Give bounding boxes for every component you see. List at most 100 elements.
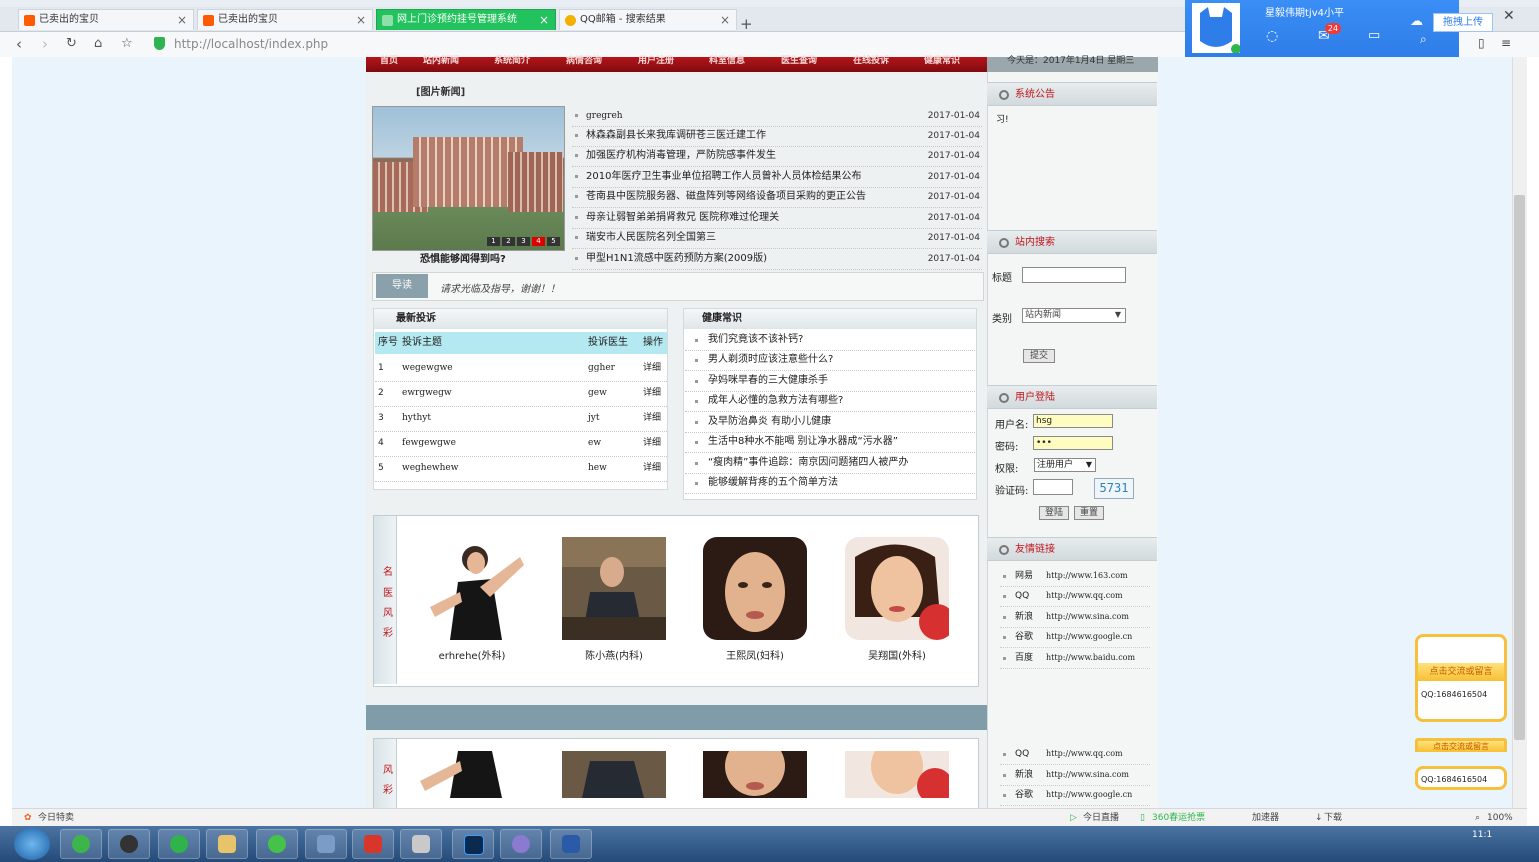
- health-item-title[interactable]: 能够缓解背疼的五个简单方法: [708, 473, 838, 493]
- friend-link[interactable]: QQ http://www.qq.com: [1000, 744, 1150, 765]
- link-url[interactable]: http://www.qq.com: [1046, 744, 1123, 764]
- health-item[interactable]: 我们究竟该不该补钙?: [685, 330, 975, 351]
- taskbar-app[interactable]: [352, 829, 394, 859]
- news-item[interactable]: 母亲让弱智弟弟捐肾救兄 医院称难过伦理关 2017-01-04: [572, 208, 982, 229]
- new-tab-button[interactable]: +: [740, 15, 753, 33]
- health-item-title[interactable]: 孕妈咪早春的三大健康杀手: [708, 371, 828, 391]
- float-contact-head[interactable]: 点击交流或留言: [1418, 663, 1504, 681]
- link-url[interactable]: http://www.163.com: [1046, 566, 1128, 586]
- news-title[interactable]: 加强医疗机构消毒管理，严防院感事件发生: [586, 146, 776, 166]
- search-title-input[interactable]: [1022, 267, 1126, 283]
- status-live[interactable]: 今日直播: [1083, 809, 1119, 827]
- doctor-photo[interactable]: [562, 751, 666, 798]
- friend-link[interactable]: 谷歌 http://www.google.cn: [1000, 627, 1150, 648]
- taskbar-app[interactable]: [256, 829, 298, 859]
- link-url[interactable]: http://www.sina.com: [1046, 765, 1129, 785]
- link-name[interactable]: QQ: [1015, 744, 1029, 764]
- cloud-icon[interactable]: ☁: [1410, 14, 1423, 29]
- doctor-photo[interactable]: [845, 751, 949, 798]
- link-name[interactable]: 网易: [1015, 566, 1033, 586]
- taskbar-app[interactable]: [400, 829, 442, 859]
- qq-upload-button[interactable]: 拖拽上传: [1433, 13, 1493, 32]
- search-submit-button[interactable]: 提交: [1023, 349, 1055, 363]
- close-icon[interactable]: ×: [539, 10, 549, 30]
- start-button[interactable]: [14, 828, 50, 860]
- health-item-title[interactable]: 男人剃须时应该注意些什么?: [708, 350, 833, 370]
- menu-icon[interactable]: ≡: [1501, 36, 1511, 50]
- status-tickets[interactable]: 360春运抢票: [1152, 809, 1205, 827]
- health-item-title[interactable]: 生活中8种水不能喝 别让净水器成“污水器”: [708, 432, 898, 452]
- status-download[interactable]: 下载: [1324, 809, 1342, 827]
- photo-news-image[interactable]: 1 2 3 4 5: [372, 106, 565, 251]
- scrollbar-thumb[interactable]: [1514, 195, 1525, 740]
- detail-link[interactable]: 详细: [643, 356, 661, 381]
- tab-hospital-system[interactable]: 网上门诊预约挂号管理系统 ×: [376, 9, 556, 30]
- news-item[interactable]: 加强医疗机构消毒管理，严防院感事件发生 2017-01-04: [572, 146, 982, 167]
- link-url[interactable]: http://www.google.cn: [1046, 627, 1132, 647]
- nav-intro[interactable]: 系统简介: [494, 57, 530, 66]
- news-item[interactable]: gregreh 2017-01-04: [572, 106, 982, 127]
- home-icon[interactable]: ⌂: [94, 36, 102, 51]
- doctor-name[interactable]: erhrehe(外科): [412, 647, 532, 662]
- health-item[interactable]: 能够缓解背疼的五个简单方法: [685, 473, 975, 494]
- link-url[interactable]: http://www.google.cn: [1046, 785, 1132, 805]
- news-title[interactable]: 甲型H1N1流感中医药预防方案(2009版): [586, 249, 767, 269]
- bookmark-star-icon[interactable]: ☆: [121, 36, 133, 51]
- health-item[interactable]: 成年人必懂的急救方法有哪些?: [685, 391, 975, 412]
- health-item-title[interactable]: 成年人必懂的急救方法有哪些?: [708, 391, 843, 411]
- forward-icon[interactable]: ›: [42, 35, 48, 53]
- back-icon[interactable]: ‹: [16, 35, 22, 53]
- clock[interactable]: 11:1: [1472, 830, 1492, 840]
- news-title[interactable]: gregreh: [586, 106, 623, 126]
- username-input[interactable]: hsg: [1033, 414, 1113, 428]
- nav-complaints[interactable]: 在线投诉: [853, 57, 889, 66]
- pager-button[interactable]: 3: [517, 237, 530, 246]
- float-contact-widget[interactable]: 点击交流或留言 QQ:1684616504: [1415, 634, 1507, 722]
- pager-button[interactable]: 2: [502, 237, 515, 246]
- friend-link[interactable]: 谷歌 http://www.google.cn: [1000, 785, 1150, 806]
- status-accelerator[interactable]: 加速器: [1252, 809, 1279, 827]
- tab-taobao-1[interactable]: 已卖出的宝贝 ×: [18, 9, 194, 30]
- role-select[interactable]: 注册用户 ▼: [1034, 458, 1096, 472]
- url-input[interactable]: http://localhost/index.php: [150, 35, 1199, 53]
- doctor-photo[interactable]: [703, 537, 807, 640]
- taskbar-app[interactable]: [500, 829, 542, 859]
- news-title[interactable]: 瑞安市人民医院名列全国第三: [586, 228, 716, 248]
- captcha-image[interactable]: 5731: [1094, 478, 1134, 499]
- friend-link[interactable]: 网易 http://www.163.com: [1000, 566, 1150, 587]
- doctor-name[interactable]: 陈小燕(内科): [554, 647, 674, 662]
- doctor-photo[interactable]: [420, 537, 524, 640]
- health-item-title[interactable]: 及早防治鼻炎 有助小儿健康: [708, 412, 831, 432]
- link-url[interactable]: http://www.baidu.com: [1046, 648, 1135, 668]
- detail-link[interactable]: 详细: [643, 381, 661, 406]
- news-item[interactable]: 甲型H1N1流感中医药预防方案(2009版) 2017-01-04: [572, 249, 982, 270]
- friend-link[interactable]: 百度 http://www.baidu.com: [1000, 648, 1150, 669]
- friend-link[interactable]: 新浪 http://www.sina.com: [1000, 607, 1150, 628]
- taskbar-app[interactable]: [550, 829, 592, 859]
- link-name[interactable]: 新浪: [1015, 765, 1033, 785]
- nav-doctor-search[interactable]: 医生查询: [781, 57, 817, 66]
- photo-news-caption[interactable]: 恐惧能够闻得到吗?: [420, 250, 506, 265]
- reload-icon[interactable]: ↻: [66, 36, 77, 51]
- pager-button[interactable]: 5: [547, 237, 560, 246]
- status-today-deals[interactable]: 今日特卖: [38, 809, 74, 827]
- reset-button[interactable]: 重置: [1074, 506, 1104, 520]
- news-item[interactable]: 苍南县中医院服务器、磁盘阵列等网络设备项目采购的更正公告 2017-01-04: [572, 187, 982, 208]
- phone-icon[interactable]: ▯: [1478, 36, 1485, 50]
- doctor-photo[interactable]: [703, 751, 807, 798]
- taskbar-app[interactable]: [158, 829, 200, 859]
- nav-departments[interactable]: 科室信息: [709, 57, 745, 66]
- health-item[interactable]: 男人剃须时应该注意些什么?: [685, 350, 975, 371]
- taskbar-app[interactable]: [206, 829, 248, 859]
- qq-status-icon[interactable]: ◌: [1266, 28, 1278, 44]
- doctor-photo[interactable]: [845, 537, 949, 640]
- link-url[interactable]: http://www.qq.com: [1046, 586, 1123, 606]
- close-icon[interactable]: ×: [177, 10, 187, 30]
- news-item[interactable]: 瑞安市人民医院名列全国第三 2017-01-04: [572, 228, 982, 249]
- doctor-name[interactable]: 王熙凤(妇科): [695, 647, 815, 662]
- link-name[interactable]: QQ: [1015, 586, 1029, 606]
- pager-button[interactable]: 1: [487, 237, 500, 246]
- nav-news[interactable]: 站内新闻: [423, 57, 459, 66]
- taskbar-app[interactable]: [305, 829, 347, 859]
- link-name[interactable]: 谷歌: [1015, 785, 1033, 805]
